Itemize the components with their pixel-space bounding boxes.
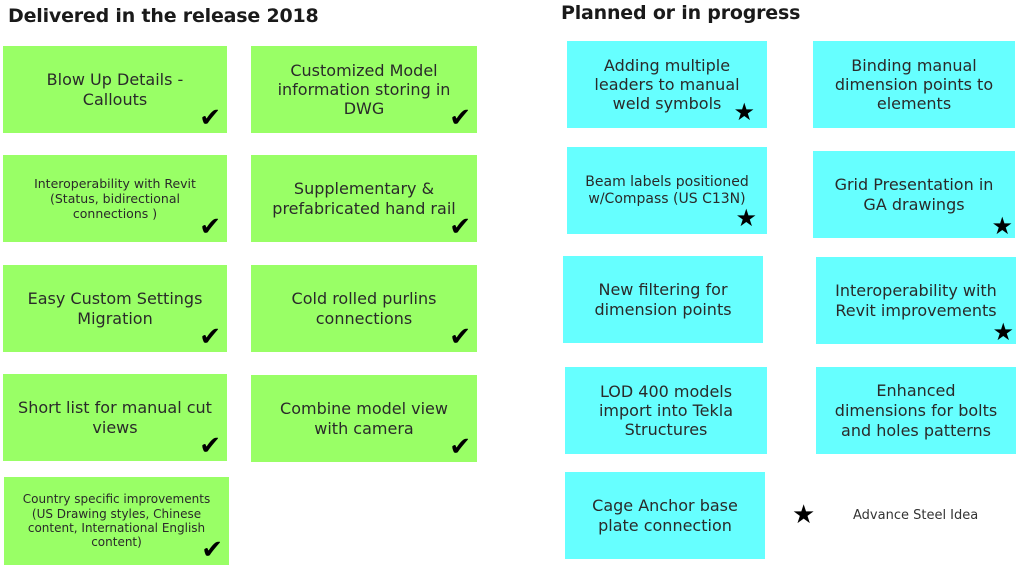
checkmark-icon: ✔ — [199, 322, 221, 352]
card-label: Combine model view with camera — [280, 399, 448, 438]
checkmark-icon: ✔ — [449, 432, 471, 462]
delivered-card-customized-model-info: Customized Model information storing in … — [251, 46, 477, 133]
card-label: Binding manual dimension points to eleme… — [834, 55, 994, 114]
card-label: Supplementary & prefabricated hand rail — [272, 179, 456, 218]
checkmark-icon: ✔ — [199, 212, 221, 242]
card-label: Easy Custom Settings Migration — [27, 289, 203, 328]
card-label: Country specific improvements (US Drawin… — [22, 492, 211, 550]
card-label: New filtering for dimension points — [594, 280, 732, 319]
advance-steel-idea-star-icon: ★ — [733, 98, 755, 126]
card-label: Blow Up Details - Callouts — [46, 70, 184, 109]
planned-card-beam-labels-compass: Beam labels positioned w/Compass (US C13… — [567, 147, 767, 234]
planned-card-revit-improvements: Interoperability with Revit improvements… — [816, 257, 1016, 344]
card-label: Enhanced dimensions for bolts and holes … — [834, 380, 998, 440]
planned-card-cage-anchor: Cage Anchor base plate connection — [565, 472, 765, 559]
card-label: Customized Model information storing in … — [277, 60, 451, 119]
delivered-card-short-list-cut-views: Short list for manual cut views ✔ — [3, 374, 227, 461]
advance-steel-idea-star-icon: ★ — [991, 212, 1013, 240]
checkmark-icon: ✔ — [449, 212, 471, 242]
card-label: Grid Presentation in GA drawings — [834, 175, 994, 214]
planned-card-grid-presentation: Grid Presentation in GA drawings ★ — [813, 151, 1015, 238]
delivered-card-cold-rolled-purlins: Cold rolled purlins connections ✔ — [251, 265, 477, 352]
card-label: Short list for manual cut views — [18, 398, 212, 437]
checkmark-icon: ✔ — [199, 431, 221, 461]
delivered-card-hand-rail: Supplementary & prefabricated hand rail … — [251, 155, 477, 242]
delivered-card-blow-up-details: Blow Up Details - Callouts ✔ — [3, 46, 227, 133]
card-label: Interoperability with Revit (Status, bid… — [34, 176, 196, 221]
delivered-card-revit-interoperability: Interoperability with Revit (Status, bid… — [3, 155, 227, 242]
card-label: Cage Anchor base plate connection — [592, 496, 738, 535]
planned-card-lod400-import: LOD 400 models import into Tekla Structu… — [565, 367, 767, 454]
legend-label: Advance Steel Idea — [853, 508, 979, 523]
card-label: Interoperability with Revit improvements — [835, 281, 997, 320]
advance-steel-idea-star-icon: ★ — [735, 204, 757, 232]
card-label: Beam labels positioned w/Compass (US C13… — [585, 173, 749, 207]
checkmark-icon: ✔ — [449, 322, 471, 352]
advance-steel-idea-star-icon: ★ — [992, 318, 1014, 346]
card-label: Cold rolled purlins connections — [291, 289, 437, 328]
checkmark-icon: ✔ — [449, 103, 471, 133]
planned-card-enhanced-dimensions-bolts: Enhanced dimensions for bolts and holes … — [816, 367, 1016, 454]
legend-star-icon: ★ — [792, 500, 816, 530]
delivered-card-custom-settings-migration: Easy Custom Settings Migration ✔ — [3, 265, 227, 352]
card-label: Adding multiple leaders to manual weld s… — [594, 55, 740, 114]
planned-card-binding-dimension-points: Binding manual dimension points to eleme… — [813, 41, 1015, 128]
planned-card-new-filtering: New filtering for dimension points — [563, 256, 763, 343]
planned-heading: Planned or in progress — [561, 2, 801, 24]
planned-card-multiple-leaders: Adding multiple leaders to manual weld s… — [567, 41, 767, 128]
delivered-card-combine-model-view: Combine model view with camera ✔ — [251, 375, 477, 462]
delivered-card-country-specific: Country specific improvements (US Drawin… — [4, 477, 229, 565]
checkmark-icon: ✔ — [199, 103, 221, 133]
card-label: LOD 400 models import into Tekla Structu… — [598, 381, 734, 440]
checkmark-icon: ✔ — [201, 535, 223, 565]
delivered-heading: Delivered in the release 2018 — [8, 5, 319, 27]
